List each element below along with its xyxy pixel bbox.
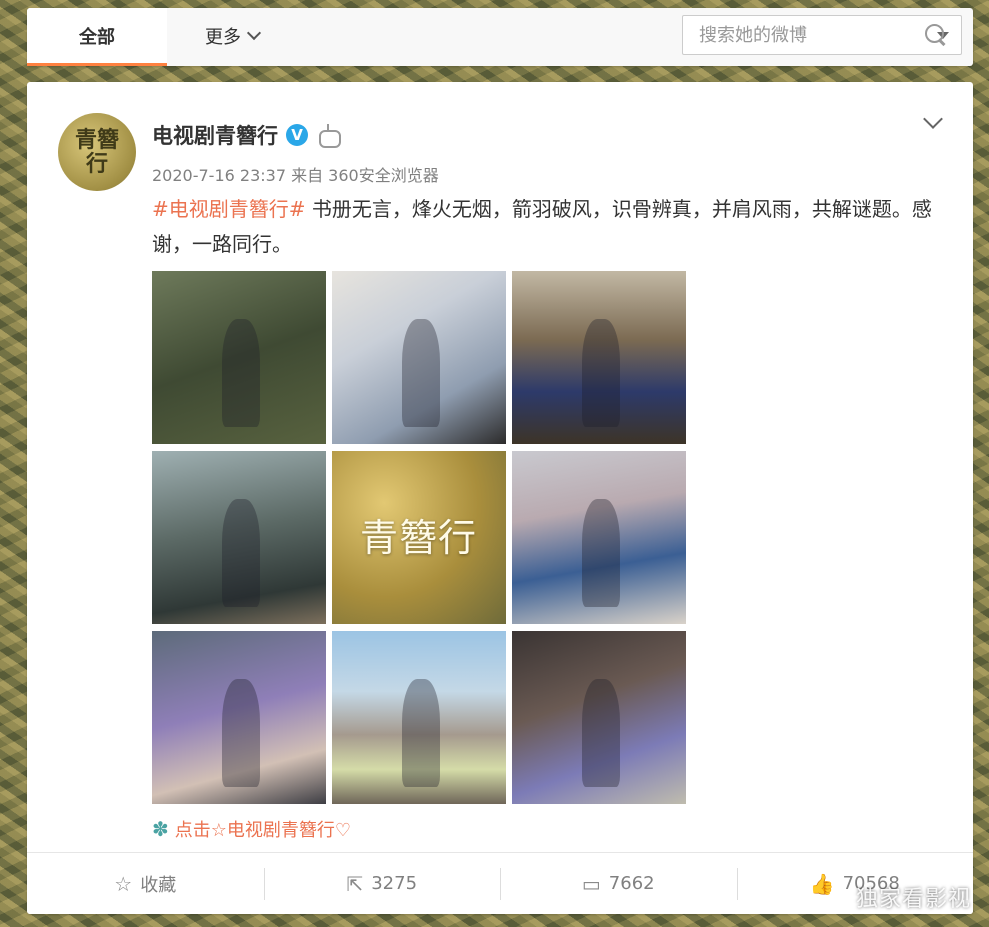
post-image[interactable] xyxy=(512,631,686,804)
avatar[interactable]: 青簪行 xyxy=(58,113,136,191)
image-title-text: 青簪行 xyxy=(360,516,478,560)
share-icon: ⇱ xyxy=(346,871,364,896)
verified-icon: V xyxy=(286,124,308,146)
post-image[interactable] xyxy=(512,451,686,624)
post-meta: 2020-7-16 23:37 来自 360安全浏览器 xyxy=(152,166,439,185)
post-image-title-card[interactable]: 青簪行 xyxy=(332,451,506,624)
tab-more-label: 更多 xyxy=(205,26,241,48)
robot-icon xyxy=(316,124,341,148)
post-image[interactable] xyxy=(332,631,506,804)
search-input[interactable] xyxy=(683,16,924,54)
post-menu-chevron-icon[interactable] xyxy=(923,109,943,129)
post-image[interactable] xyxy=(152,271,326,444)
tab-all[interactable]: 全部 xyxy=(27,8,167,66)
avatar-logo-text: 青簪行 xyxy=(74,127,119,177)
tab-more[interactable]: 更多 xyxy=(205,8,262,63)
flower-icon: ✽ xyxy=(152,817,169,841)
chevron-down-icon xyxy=(246,25,262,40)
comment-icon: ▭ xyxy=(581,871,601,896)
post-image[interactable] xyxy=(152,451,326,624)
topic-link[interactable]: #电视剧青簪行# xyxy=(152,197,306,221)
watermark: 独家看影视 xyxy=(855,887,971,912)
repost-button[interactable]: ⇱ 3275 xyxy=(263,853,501,914)
comment-count: 7662 xyxy=(608,873,655,894)
comment-button[interactable]: ▭ 7662 xyxy=(500,853,737,914)
author-row: 电视剧青簪行 V xyxy=(152,120,341,150)
top-tab-bar: 全部 更多 xyxy=(27,8,973,66)
post-image[interactable] xyxy=(152,631,326,804)
post-image[interactable] xyxy=(332,271,506,444)
search-icon[interactable] xyxy=(924,23,944,47)
post-link-text: 点击☆电视剧青簪行♡ xyxy=(174,820,352,841)
search-box xyxy=(682,15,962,55)
favorite-label: 收藏 xyxy=(140,874,177,896)
repost-count: 3275 xyxy=(371,873,418,894)
favorite-button[interactable]: ☆ 收藏 xyxy=(27,853,264,914)
action-bar: ☆ 收藏 ⇱ 3275 ▭ 7662 👍 70568 xyxy=(27,852,973,914)
post-text: #电视剧青簪行# 书册无言，烽火无烟，箭羽破风，识骨辨真，并肩风雨，共解谜题。感… xyxy=(152,192,942,262)
weibo-post-card: 青簪行 电视剧青簪行 V 2020-7-16 23:37 来自 360安全浏览器… xyxy=(27,82,973,914)
thumbs-up-icon: 👍 xyxy=(809,871,835,896)
author-name[interactable]: 电视剧青簪行 xyxy=(152,120,278,150)
post-image[interactable] xyxy=(512,271,686,444)
post-link[interactable]: ✽ 点击☆电视剧青簪行♡ xyxy=(152,816,351,842)
image-grid: 青簪行 xyxy=(152,271,687,804)
star-icon: ☆ xyxy=(114,871,133,896)
